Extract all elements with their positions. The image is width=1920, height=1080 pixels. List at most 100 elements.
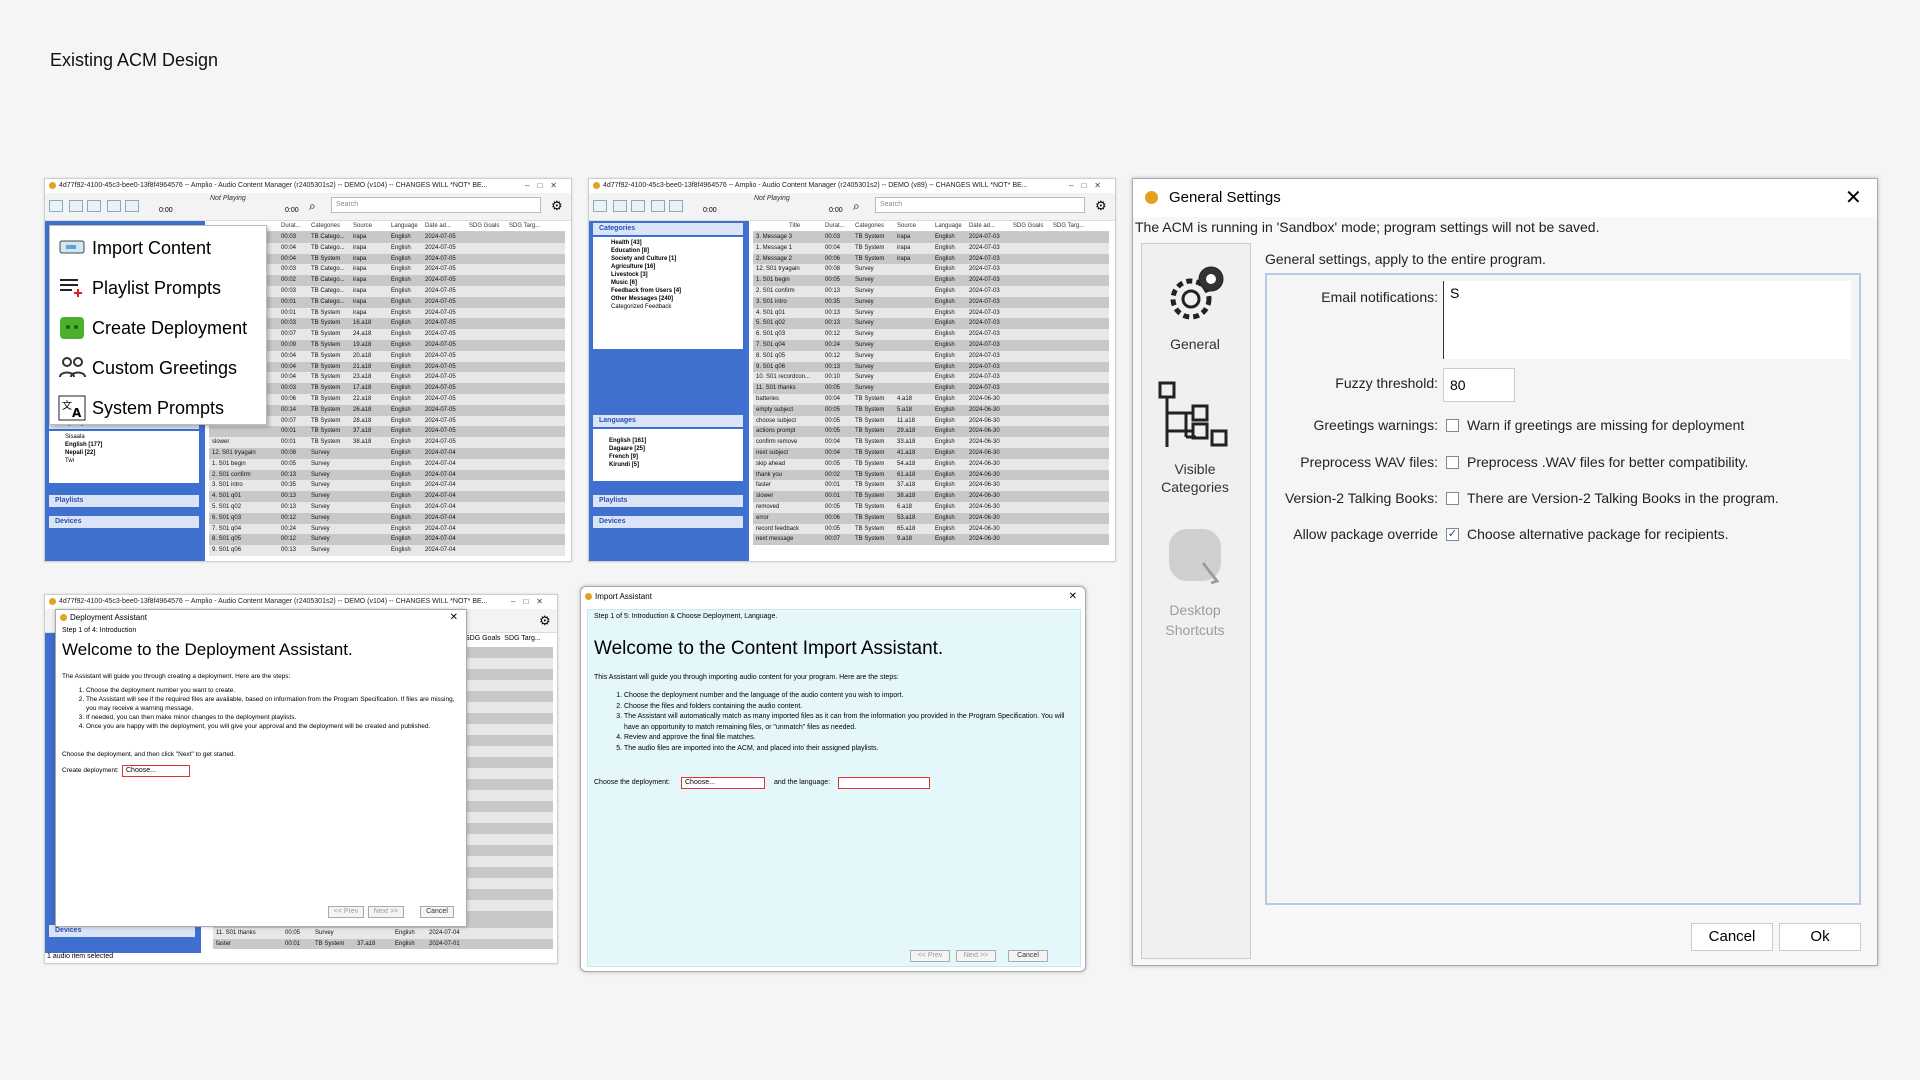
table-row[interactable]: actions prompt 00:05 TB System 29.a18 Englis… <box>753 426 1109 438</box>
category-item[interactable]: Other Messages [240] <box>597 295 739 303</box>
forward-icon[interactable] <box>125 200 139 212</box>
table-row[interactable]: 11. S01 thanks 00:05 Survey English 2024-07-… <box>213 927 553 939</box>
category-item[interactable]: Health [43] <box>597 239 739 247</box>
table-row[interactable]: 8. S01 q05 00:12 Survey English 2024-07-03 <box>753 350 1109 362</box>
table-row[interactable]: 1. S01 begin 00:05 Survey English 2024-07-04 <box>209 458 565 470</box>
table-row[interactable]: 3. S01 intro 00:35 Survey English 2024-07-04 <box>209 480 565 492</box>
category-item[interactable]: Society and Culture [1] <box>597 255 739 263</box>
table-row[interactable]: 11. S01 thanks 00:05 Survey English 2024-07-… <box>753 383 1109 394</box>
table-row[interactable]: 7. S01 q04 00:24 Survey English 2024-07-04 <box>209 523 565 535</box>
cancel-button[interactable]: Cancel <box>1691 923 1773 951</box>
nav-general[interactable]: General <box>1145 259 1245 352</box>
preprocess-checkbox[interactable] <box>1446 456 1459 469</box>
rewind-icon[interactable] <box>613 200 627 212</box>
table-row[interactable]: 10. S01 recordcon... 00:10 Survey English 20… <box>753 372 1109 384</box>
table-row[interactable]: batteries 00:04 TB System 4.a18 English 2024-… <box>753 393 1109 405</box>
search-input[interactable]: Search <box>331 197 541 213</box>
stop-icon[interactable] <box>631 200 645 212</box>
category-item[interactable]: Livestock [3] <box>597 271 739 279</box>
devices-header[interactable]: Devices <box>593 516 743 528</box>
languages-header[interactable]: Languages <box>593 415 743 427</box>
table-row[interactable]: 6. S01 q03 00:12 Survey English 2024-07-03 <box>753 329 1109 340</box>
table-row[interactable]: 2. S01 confirm 00:13 Survey English 2024-07-… <box>753 285 1109 297</box>
table-row[interactable]: faster 00:01 TB System 37.a18 English 2024-06… <box>753 480 1109 492</box>
deployment-select[interactable]: Choose... <box>681 777 765 789</box>
category-item[interactable]: Music [6] <box>597 279 739 287</box>
window-controls[interactable]: –□✕ <box>1069 179 1109 193</box>
table-row[interactable]: 8. S01 q05 00:12 Survey English 2024-07-04 <box>209 534 565 546</box>
table-row[interactable]: 4. S01 q01 00:13 Survey English 2024-07-04 <box>209 491 565 502</box>
language-item[interactable]: English [177] <box>53 441 195 449</box>
table-row[interactable]: faster 00:01 TB System 37.a18 English 2024-07… <box>213 938 553 950</box>
menu-item-playlist-prompts[interactable]: Playlist Prompts <box>50 268 266 308</box>
table-row[interactable]: skip ahead 00:05 TB System 54.a18 English 202… <box>753 458 1109 470</box>
table-row[interactable]: thank you 00:02 TB System 61.a18 English 2024… <box>753 469 1109 481</box>
menu-item-system-prompts[interactable]: 文 A System Prompts <box>50 388 266 428</box>
menu-item-create-deployment[interactable]: Create Deployment <box>50 308 266 348</box>
devices-header[interactable]: Devices <box>49 516 199 528</box>
tools-icon[interactable] <box>49 200 63 212</box>
search-input[interactable]: Search <box>875 197 1085 213</box>
table-row[interactable]: 12. S01 tryagain 00:08 Survey English 2024-0… <box>753 264 1109 276</box>
nav-visible-categories[interactable]: Visible Categories <box>1145 379 1245 496</box>
cancel-button[interactable]: Cancel <box>1008 950 1048 962</box>
cancel-button[interactable]: Cancel <box>420 906 454 918</box>
tools-icon[interactable] <box>593 200 607 212</box>
table-row[interactable]: removed 00:05 TB System 6.a18 English 2024-06… <box>753 501 1109 513</box>
table-row[interactable]: next subject 00:04 TB System 41.a18 English 2… <box>753 447 1109 459</box>
table-row[interactable]: 3. Message 3 00:03 TB System irapa English 20… <box>753 232 1109 243</box>
table-row[interactable]: record feedback 00:05 TB System 65.a18 Engli… <box>753 523 1109 535</box>
categories-header[interactable]: Categories <box>593 223 743 235</box>
language-item[interactable]: Dagaare [25] <box>597 445 739 453</box>
playlists-header[interactable]: Playlists <box>49 495 199 507</box>
language-item[interactable]: English [161] <box>597 437 739 445</box>
play-icon[interactable] <box>651 200 665 212</box>
search-icon[interactable]: ⌕ <box>853 199 860 214</box>
table-row[interactable]: choose subject 00:05 TB System 11.a18 Englis… <box>753 415 1109 427</box>
close-icon[interactable]: ✕ <box>1069 587 1077 607</box>
search-icon[interactable]: ⌕ <box>309 199 316 214</box>
language-item[interactable]: Nepali [22] <box>53 449 195 457</box>
table-row[interactable]: 12. S01 tryagain 00:08 Survey English 2024-0… <box>209 447 565 459</box>
table-row[interactable]: 2. Message 2 00:06 TB System irapa English 20… <box>753 253 1109 265</box>
table-row[interactable]: next message 00:07 TB System 9.a18 English 20… <box>753 534 1109 546</box>
playlists-header[interactable]: Playlists <box>593 495 743 507</box>
table-row[interactable]: 1. S01 begin 00:05 Survey English 2024-07-03 <box>753 275 1109 286</box>
next-button[interactable]: Next >> <box>956 950 996 962</box>
table-row[interactable]: 5. S01 q02 00:13 Survey English 2024-07-03 <box>753 318 1109 330</box>
menu-item-import-content[interactable]: Import Content <box>50 228 266 268</box>
greetings-checkbox[interactable] <box>1446 419 1459 432</box>
language-item[interactable]: Sisaala <box>53 433 195 441</box>
table-row[interactable]: 6. S01 q03 00:12 Survey English 2024-07-04 <box>209 512 565 524</box>
settings-gear-icon[interactable]: ⚙ <box>539 613 551 629</box>
table-row[interactable]: 9. S01 q06 00:13 Survey English 2024-07-03 <box>753 361 1109 373</box>
ok-button[interactable]: Ok <box>1779 923 1861 951</box>
category-item[interactable]: Agriculture [16] <box>597 263 739 271</box>
table-row[interactable]: 4. S01 q01 00:13 Survey English 2024-07-03 <box>753 307 1109 319</box>
table-row[interactable]: 7. S01 q04 00:24 Survey English 2024-07-03 <box>753 339 1109 351</box>
table-row[interactable]: empty subject 00:05 TB System 5.a18 English 2… <box>753 404 1109 416</box>
language-select[interactable] <box>838 777 930 789</box>
category-item[interactable]: Education [8] <box>597 247 739 255</box>
language-item[interactable]: French [9] <box>597 453 739 461</box>
settings-gear-icon[interactable]: ⚙ <box>1095 198 1107 214</box>
fuzzy-threshold-field[interactable]: 80 <box>1443 368 1515 402</box>
email-field[interactable]: S <box>1443 281 1851 359</box>
deployment-select[interactable]: Choose... <box>122 765 190 777</box>
table-row[interactable]: 5. S01 q02 00:13 Survey English 2024-07-04 <box>209 501 565 513</box>
window-controls[interactable]: –□✕ <box>511 595 551 609</box>
table-row[interactable]: confirm remove 00:04 TB System 33.a18 Englis… <box>753 437 1109 448</box>
table-row[interactable]: slower 00:01 TB System 38.a18 English 2024-06… <box>753 491 1109 502</box>
table-row[interactable]: slower 00:01 TB System 38.a18 English 2024-07… <box>209 437 565 448</box>
play-icon[interactable] <box>107 200 121 212</box>
table-row[interactable]: 2. S01 confirm 00:13 Survey English 2024-07-… <box>209 469 565 481</box>
forward-icon[interactable] <box>669 200 683 212</box>
menu-item-custom-greetings[interactable]: Custom Greetings <box>50 348 266 388</box>
category-item[interactable]: Categorized Feedback <box>597 303 739 311</box>
window-controls[interactable]: –□✕ <box>525 179 565 193</box>
rewind-icon[interactable] <box>69 200 83 212</box>
v2-checkbox[interactable] <box>1446 492 1459 505</box>
next-button[interactable]: Next >> <box>368 906 404 918</box>
table-row[interactable]: 1. Message 1 00:04 TB System irapa English 20… <box>753 242 1109 254</box>
close-icon[interactable]: ✕ <box>450 610 458 626</box>
